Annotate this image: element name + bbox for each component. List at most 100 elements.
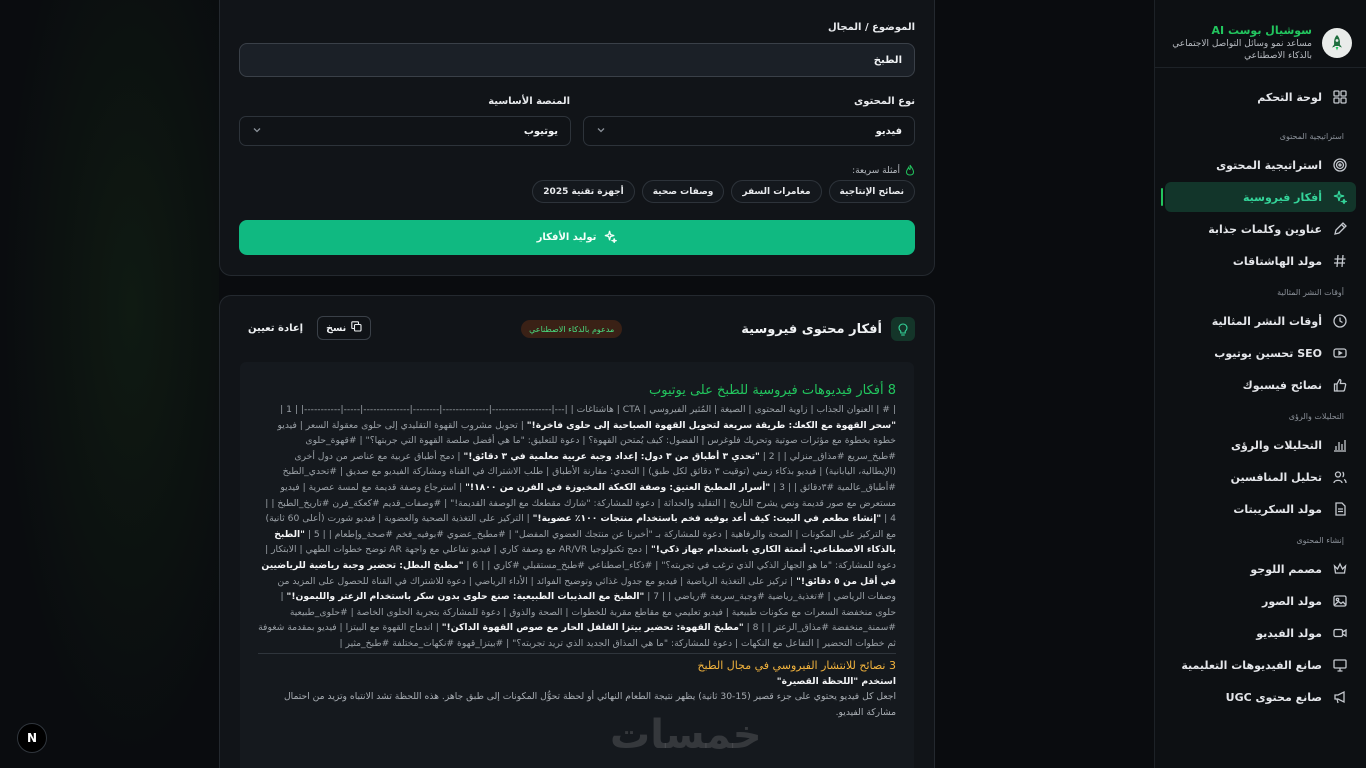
clock-icon: [1332, 313, 1348, 329]
nav-viral-ideas[interactable]: أفكار فيروسية: [1161, 182, 1356, 212]
quick-examples: أمثلة سريعة:: [852, 161, 915, 180]
results-card: أفكار محتوى فيروسية مدعوم بالذكاء الاصطن…: [219, 295, 935, 768]
tips-heading: 3 نصائح للانتشار الفيروسي في مجال الطبخ: [697, 658, 896, 672]
nav-label: صانع محتوى UGC: [1225, 690, 1322, 704]
example-chips: نصائح الإنتاجية مغامرات السفر وصفات صحية…: [532, 180, 915, 203]
output-heading: 8 أفكار فيديوهات فيروسية للطبخ على يوتيو…: [648, 383, 896, 398]
content-type-value: فيديو: [875, 125, 902, 137]
users-icon: [1332, 469, 1348, 485]
section-label-create: إنشاء المحتوى: [1296, 536, 1344, 545]
sparkles-icon: [1332, 189, 1348, 205]
presentation-icon: [1332, 657, 1348, 673]
nav-label: صانع الفيديوهات التعليمية: [1181, 658, 1322, 672]
nav-image-generator[interactable]: مولد الصور: [1165, 586, 1356, 616]
example-chip[interactable]: نصائح الإنتاجية: [828, 180, 915, 203]
chevron-down-icon: [252, 125, 262, 138]
copy-button[interactable]: نسخ: [317, 316, 372, 340]
video-icon: [1332, 625, 1348, 641]
target-icon: [1332, 157, 1348, 173]
hash-icon: [1332, 253, 1348, 269]
megaphone-icon: [1332, 689, 1348, 705]
nav-label: مولد الصور: [1262, 594, 1322, 608]
table-header: | # | العنوان الجذاب | زاوية المحتوى | ا…: [570, 404, 896, 415]
nav-ugc-creator[interactable]: صانع محتوى UGC: [1165, 682, 1356, 712]
nav-label: استراتيجية المحتوى: [1216, 158, 1322, 172]
active-indicator: [1161, 188, 1163, 206]
content-type-select[interactable]: فيديو: [583, 116, 915, 146]
platform-select[interactable]: يوتيوب: [239, 116, 571, 146]
bar-chart-icon: [1332, 437, 1348, 453]
rocket-logo-icon: [1322, 27, 1352, 58]
nav-label: مصمم اللوجو: [1250, 562, 1322, 576]
nav-label: SEO تحسين يوتيوب: [1214, 346, 1322, 360]
nav-label: عناوين وكلمات جذابة: [1208, 222, 1322, 236]
results-title: أفكار محتوى فيروسية: [741, 321, 882, 337]
nav-hashtag-generator[interactable]: مولد الهاشتاقات: [1165, 246, 1356, 276]
nav-label: نصائح فيسبوك: [1242, 378, 1322, 392]
brand-name: سوشيال بوست AI: [1211, 23, 1312, 37]
nav-label: التحليلات والرؤى: [1230, 438, 1322, 452]
results-actions: نسخ إعادة تعيين: [248, 316, 372, 340]
example-chip[interactable]: أجهزة تقنية 2025: [532, 180, 635, 203]
sidebar: سوشيال بوست AI مساعد نمو وسائل التواصل ا…: [1154, 0, 1366, 768]
example-chip[interactable]: مغامرات السفر: [731, 180, 822, 203]
content-type-label: نوع المحتوى: [854, 96, 915, 107]
reset-button[interactable]: إعادة تعيين: [248, 323, 303, 334]
nav-analytics[interactable]: التحليلات والرؤى: [1165, 430, 1356, 460]
tip-item: استخدم "اللحظة القصيرة" اجعل كل فيديو يح…: [258, 674, 896, 721]
nav-label: مولد السكريبتات: [1233, 502, 1322, 516]
flame-icon: [905, 161, 915, 180]
nav-best-times[interactable]: أوقات النشر المثالية: [1165, 306, 1356, 336]
copy-label: نسخ: [326, 322, 347, 334]
lightbulb-icon: [891, 317, 915, 341]
nav-label: مولد الهاشتاقات: [1232, 254, 1322, 268]
background-decoration: [0, 0, 219, 768]
generate-ideas-button[interactable]: توليد الأفكار: [239, 220, 915, 255]
document-icon: [1332, 501, 1348, 517]
nav-youtube-seo[interactable]: SEO تحسين يوتيوب: [1165, 338, 1356, 368]
platform-label: المنصة الأساسية: [488, 96, 570, 107]
divider: [258, 652, 896, 654]
results-header: أفكار محتوى فيروسية مدعوم بالذكاء الاصطن…: [220, 296, 934, 360]
topic-value: الطبخ: [873, 54, 902, 66]
chevron-down-icon: [596, 125, 606, 138]
nav-educational-video[interactable]: صانع الفيديوهات التعليمية: [1165, 650, 1356, 680]
nav-label: لوحة التحكم: [1257, 90, 1322, 104]
ai-powered-badge: مدعوم بالذكاء الاصطناعي: [521, 320, 623, 338]
sparkles-icon: [604, 230, 619, 246]
image-icon: [1332, 593, 1348, 609]
copy-icon: [351, 321, 362, 335]
nav-script-generator[interactable]: مولد السكريبتات: [1165, 494, 1356, 524]
nav-facebook-tips[interactable]: نصائح فيسبوك: [1165, 370, 1356, 400]
platform-value: يوتيوب: [523, 125, 558, 137]
topic-input[interactable]: الطبخ: [239, 43, 915, 77]
thumbs-up-icon: [1332, 377, 1348, 393]
nav-video-generator[interactable]: مولد الفيديو: [1165, 618, 1356, 648]
section-label-times: أوقات النشر المثالية: [1277, 288, 1344, 297]
generate-ideas-label: توليد الأفكار: [536, 232, 597, 243]
nav-label: مولد الفيديو: [1256, 626, 1322, 640]
nav-competitor-analysis[interactable]: تحليل المنافسين: [1165, 462, 1356, 492]
youtube-icon: [1332, 345, 1348, 361]
grid-icon: [1332, 89, 1348, 105]
app-root: سوشيال بوست AI مساعد نمو وسائل التواصل ا…: [0, 0, 1366, 768]
watermark-logo: خمسات: [610, 712, 762, 758]
pen-icon: [1332, 221, 1348, 237]
topic-label: الموضوع / المجال: [827, 22, 915, 33]
idea-form-card: الموضوع / المجال الطبخ نوع المحتوى فيديو…: [219, 0, 935, 276]
output-table: | # | العنوان الجذاب | زاوية المحتوى | ا…: [258, 402, 896, 652]
brand-subtitle: مساعد نمو وسائل التواصل الاجتماعي بالذكا…: [1172, 38, 1312, 61]
brand[interactable]: سوشيال بوست AI مساعد نمو وسائل التواصل ا…: [1155, 0, 1366, 68]
tip-title: استخدم "اللحظة القصيرة": [776, 675, 896, 687]
nav-catchy-titles[interactable]: عناوين وكلمات جذابة: [1165, 214, 1356, 244]
table-separator: |---|------------------|--------------|-…: [300, 404, 568, 415]
nav-label: تحليل المنافسين: [1230, 470, 1322, 484]
nextjs-dev-button[interactable]: N: [17, 723, 47, 753]
example-chip[interactable]: وصفات صحية: [641, 180, 725, 203]
nav-logo-designer[interactable]: مصمم اللوجو: [1165, 554, 1356, 584]
nav-content-strategy[interactable]: استراتيجية المحتوى: [1165, 150, 1356, 180]
results-title-group: أفكار محتوى فيروسية مدعوم بالذكاء الاصطن…: [521, 317, 915, 341]
tip-text: اجعل كل فيديو يحتوي على جزء قصير (15-30 …: [283, 691, 896, 718]
crown-icon: [1332, 561, 1348, 577]
nav-dashboard[interactable]: لوحة التحكم: [1165, 82, 1356, 112]
